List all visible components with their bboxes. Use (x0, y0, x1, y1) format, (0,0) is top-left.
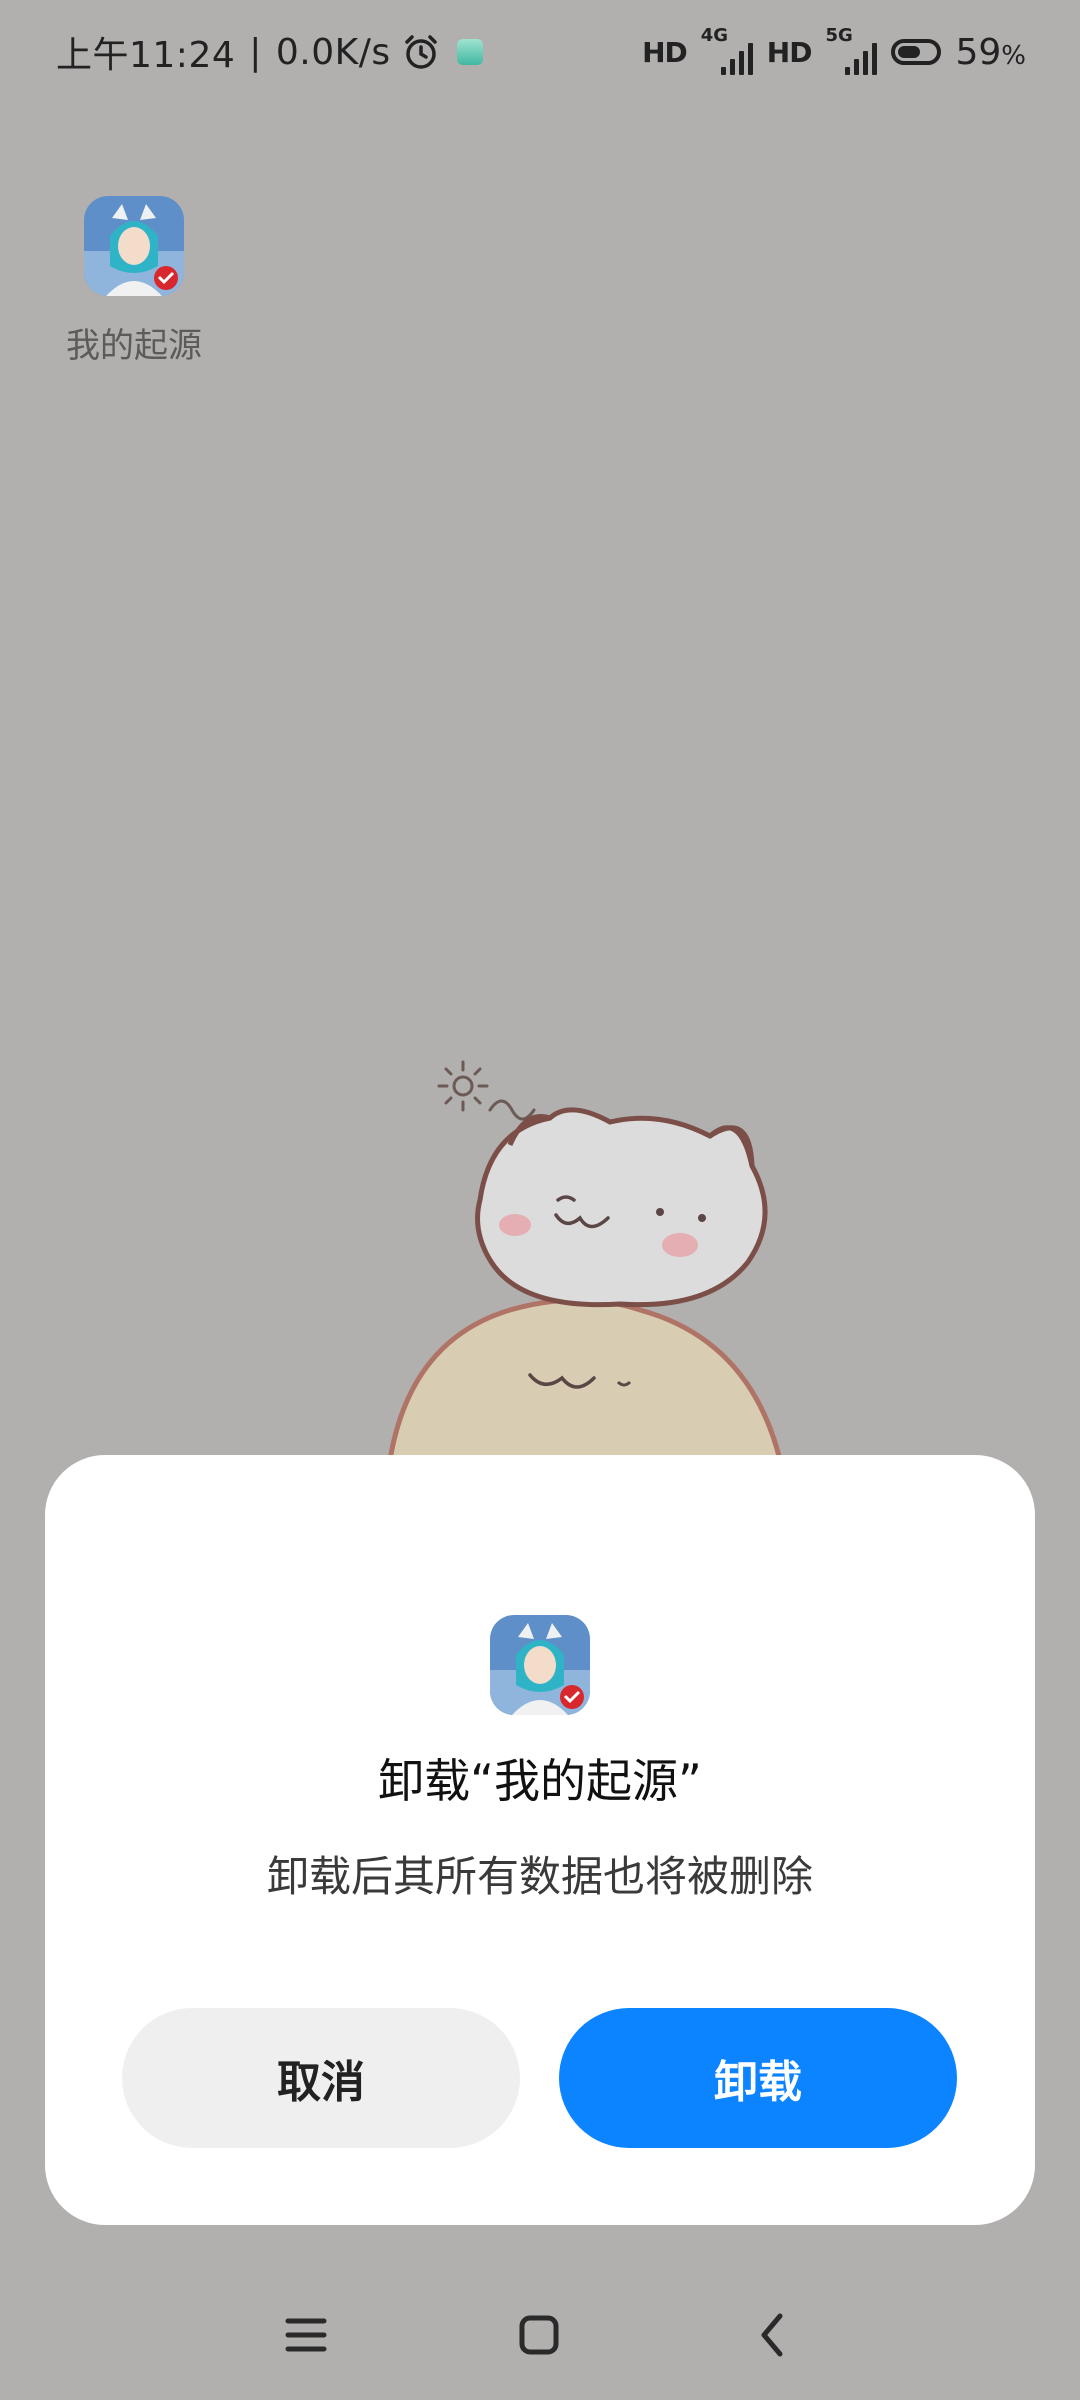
sim1-signal-icon: 4G (701, 25, 753, 75)
wallpaper-cat-illustration (387, 1060, 783, 1460)
dialog-title: 卸载“我的起源” (378, 1754, 702, 1808)
dialog-app-icon (490, 1615, 590, 1715)
status-time: 上午11:24 (56, 35, 236, 76)
app-icon (84, 196, 184, 296)
notification-badge-icon (456, 39, 483, 65)
sim1-hd-label: HD (642, 35, 688, 69)
net-speed: 0.0K/s (275, 31, 391, 73)
status-left: 上午11:24 | 0.0K/s (56, 24, 483, 80)
menu-icon[interactable] (261, 2290, 351, 2380)
cancel-button[interactable]: 取消 (122, 2008, 520, 2148)
alarm-icon (404, 35, 437, 69)
app-label: 我的起源 (66, 326, 202, 366)
home-app-shortcut[interactable]: 我的起源 (58, 196, 210, 367)
uninstall-button[interactable]: 卸载 (559, 2008, 957, 2148)
status-right: HD 4G HD 5G 59% (642, 22, 1026, 82)
battery-percent: 59% (955, 31, 1026, 73)
battery-icon (891, 39, 942, 65)
status-separator: | (249, 31, 262, 73)
home-icon[interactable] (494, 2290, 584, 2380)
back-icon[interactable] (727, 2290, 817, 2380)
sim2-signal-icon: 5G (825, 25, 878, 75)
dialog-message: 卸载后其所有数据也将被删除 (266, 1852, 813, 1901)
status-bar: 上午11:24 | 0.0K/s HD 4G HD 5G 59% (0, 0, 1080, 104)
sim2-hd-label: HD (766, 35, 813, 69)
uninstall-dialog: 卸载“我的起源” 卸载后其所有数据也将被删除 取消 卸载 (45, 1455, 1035, 2225)
navigation-bar (0, 2290, 1080, 2380)
